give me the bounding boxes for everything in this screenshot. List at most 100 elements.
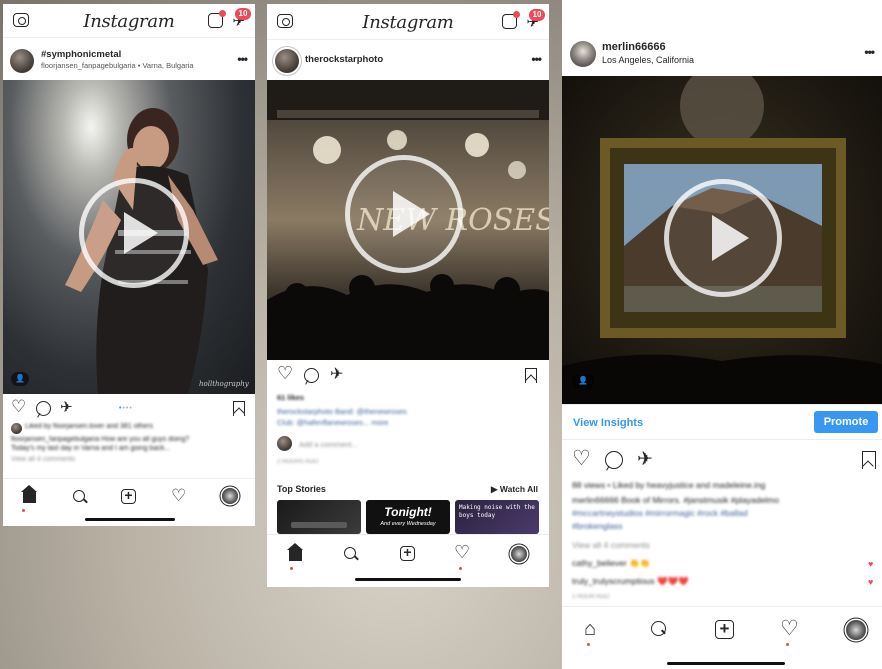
story-card-1[interactable] (277, 500, 361, 534)
view-comments-link[interactable]: View all 4 comments (572, 540, 650, 550)
play-button[interactable] (345, 155, 463, 273)
play-icon (393, 191, 430, 237)
caption-text-2: Today's my last day in Varna and I am go… (11, 445, 171, 452)
post-location[interactable]: Los Angeles, California (602, 55, 694, 65)
caption-line-2: #mccartneystudios #mirrormagic #rock #ba… (572, 508, 748, 518)
home-indicator (85, 518, 175, 521)
igtv-icon[interactable] (208, 10, 226, 28)
profile-avatar[interactable] (222, 488, 238, 504)
bottom-nav: + ♡ (3, 478, 255, 518)
home-indicator (355, 578, 461, 581)
home-icon[interactable] (21, 485, 37, 503)
comment-1: cathy_believer 👏👏 (572, 558, 651, 568)
comment-icon[interactable] (605, 451, 623, 469)
add-post-icon[interactable]: + (400, 545, 415, 561)
share-icon[interactable]: ✈ (60, 400, 73, 415)
view-comments-link[interactable]: View all 4 comments (11, 456, 75, 463)
story-device (291, 522, 347, 528)
liker-avatar (11, 423, 22, 434)
top-bar: Instagram ✈ 10 (267, 4, 549, 40)
post-actions: ♡ ✈ •••• (3, 398, 255, 420)
more-options-icon[interactable]: ••• (531, 52, 542, 66)
likes-count: 61 likes (277, 393, 305, 402)
play-button[interactable] (664, 179, 782, 297)
caption-text: floorjansen_fanpagebulgaria How are you … (11, 436, 190, 443)
story-2-title: Tonight! (384, 505, 432, 519)
like-heart-icon[interactable]: ♡ (11, 398, 26, 415)
post-actions: ♡ ✈ (562, 448, 882, 472)
search-icon[interactable] (651, 621, 666, 636)
activity-heart-icon[interactable]: ♡ (780, 618, 799, 639)
post-photo[interactable]: NEW ROSES (267, 80, 549, 360)
avatar[interactable] (10, 49, 34, 73)
promote-button[interactable]: Promote (814, 411, 878, 433)
top-stories-label: Top Stories (277, 484, 326, 494)
play-button[interactable] (79, 178, 189, 288)
phone-screen-1: Instagram ✈ 10 #symphonicmetal floorjans… (3, 4, 255, 526)
more-options-icon[interactable]: ••• (237, 52, 248, 66)
story-3-text: Making noise with the boys today (459, 504, 535, 519)
carousel-dots: •••• (119, 405, 133, 412)
user-tag-icon[interactable]: 👤 (572, 374, 594, 388)
post-header: #symphonicmetal floorjansen_fanpagebulga… (3, 42, 255, 82)
profile-avatar[interactable] (511, 546, 527, 562)
home-icon[interactable]: ⌂ (584, 619, 596, 639)
phone-screen-3: merlin66666 Los Angeles, California ••• … (562, 0, 882, 669)
post-username[interactable]: #symphonicmetal (41, 49, 121, 60)
story-card-2[interactable]: Tonight! And every Wednesday (366, 500, 450, 534)
post-username[interactable]: therockstarphoto (305, 54, 383, 65)
phone-screen-2: Instagram ✈ 10 therockstarphoto ••• NEW … (267, 4, 549, 587)
avatar[interactable] (275, 49, 299, 73)
add-post-icon[interactable]: + (121, 488, 136, 504)
top-stories-header: Top Stories ▶ Watch All (267, 484, 549, 498)
user-tag-icon[interactable]: 👤 (11, 372, 29, 386)
liked-by-text: Liked by floorjansen.lover and 381 other… (25, 423, 154, 430)
play-icon (712, 215, 749, 261)
home-icon[interactable] (287, 543, 303, 561)
bookmark-icon[interactable] (233, 401, 245, 416)
activity-heart-icon[interactable]: ♡ (171, 487, 186, 504)
more-options-icon[interactable]: ••• (864, 45, 875, 59)
post-actions: ♡ ✈ (267, 364, 549, 387)
share-icon[interactable]: ✈ (637, 450, 653, 469)
post-username[interactable]: merlin66666 (602, 41, 666, 53)
bookmark-icon[interactable] (525, 368, 537, 383)
bottom-nav: ⌂ + ♡ (562, 606, 882, 658)
search-icon[interactable] (73, 490, 85, 502)
story-card-3[interactable]: Making noise with the boys today (455, 500, 539, 534)
story-2-subtitle: And every Wednesday (380, 521, 436, 527)
notification-badge: 10 (235, 8, 251, 20)
watch-all-button[interactable]: ▶ Watch All (491, 484, 538, 495)
home-indicator (667, 662, 785, 665)
igtv-dot (513, 11, 520, 18)
caption-text: therockstarphoto Band: @thenewroses (277, 407, 407, 416)
post-location[interactable]: floorjansen_fanpagebulgaria • Varna, Bul… (41, 61, 194, 70)
comment-icon[interactable] (304, 368, 319, 383)
top-bar: Instagram ✈ 10 (3, 4, 255, 38)
share-icon[interactable]: ✈ (330, 367, 343, 383)
view-insights-link[interactable]: View Insights (573, 417, 643, 429)
post-time: 2 HOURS AGO (277, 459, 319, 465)
activity-heart-icon[interactable]: ♡ (454, 543, 470, 561)
comment-1-like-icon[interactable]: ♥ (868, 559, 873, 569)
caption-text-2: Club: @hafenflanewroses... more (277, 418, 389, 427)
insights-bar: View Insights Promote (562, 404, 882, 440)
post-time: 1 HOUR AGO (572, 594, 610, 600)
views-liked-by: 88 views • Liked by heavyjustice and mad… (572, 480, 766, 490)
avatar[interactable] (570, 41, 596, 67)
search-icon[interactable] (344, 547, 356, 559)
igtv-icon[interactable] (502, 11, 520, 29)
like-heart-icon[interactable]: ♡ (572, 448, 591, 469)
post-photo[interactable]: 👤 hollthography (3, 80, 255, 394)
post-photo[interactable]: 👤 (562, 76, 882, 404)
like-heart-icon[interactable]: ♡ (277, 364, 293, 382)
comment-2-like-icon[interactable]: ♥ (868, 577, 873, 587)
comment-icon[interactable] (36, 401, 51, 416)
bookmark-icon[interactable] (862, 451, 876, 469)
bottom-nav: + ♡ (267, 534, 549, 576)
add-post-icon[interactable]: + (715, 620, 734, 639)
add-comment-input[interactable]: Add a comment... (299, 440, 358, 449)
profile-avatar[interactable] (846, 620, 866, 640)
post-header: therockstarphoto ••• (267, 44, 549, 78)
comment-2: truly_trulyscrumptious ❤️❤️❤️ (572, 576, 689, 586)
